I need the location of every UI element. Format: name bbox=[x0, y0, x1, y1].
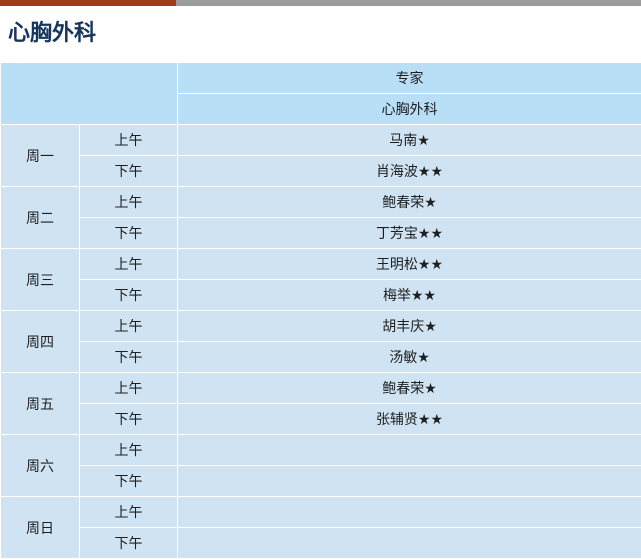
day-cell: 周一 bbox=[1, 125, 80, 187]
doctor-cell: 王明松★★ bbox=[178, 249, 641, 280]
header-row: 专家 bbox=[1, 63, 641, 94]
table-row: 周四 上午 胡丰庆★ bbox=[1, 311, 641, 342]
period-cell: 上午 bbox=[80, 187, 178, 218]
period-cell: 下午 bbox=[80, 280, 178, 311]
period-cell: 下午 bbox=[80, 218, 178, 249]
header-department: 心胸外科 bbox=[178, 94, 641, 125]
doctor-cell bbox=[178, 466, 641, 497]
doctor-cell: 张辅贤★★ bbox=[178, 404, 641, 435]
doctor-cell: 鲍春荣★ bbox=[178, 187, 641, 218]
doctor-cell: 丁芳宝★★ bbox=[178, 218, 641, 249]
period-cell: 上午 bbox=[80, 125, 178, 156]
day-cell: 周日 bbox=[1, 497, 80, 559]
doctor-cell: 肖海波★★ bbox=[178, 156, 641, 187]
period-cell: 下午 bbox=[80, 404, 178, 435]
schedule-table: 专家 心胸外科 周一 上午 马南★ 下午 肖海波★★ 周二 上午 鲍春荣★ 下午… bbox=[0, 62, 641, 559]
doctor-cell: 马南★ bbox=[178, 125, 641, 156]
table-row: 下午 丁芳宝★★ bbox=[1, 218, 641, 249]
doctor-cell bbox=[178, 497, 641, 528]
table-row: 周五 上午 鲍春荣★ bbox=[1, 373, 641, 404]
accent-bar-right bbox=[176, 0, 641, 6]
doctor-cell bbox=[178, 528, 641, 559]
doctor-cell: 汤敏★ bbox=[178, 342, 641, 373]
period-cell: 上午 bbox=[80, 249, 178, 280]
header-expert: 专家 bbox=[178, 63, 641, 94]
page-title: 心胸外科 bbox=[0, 6, 641, 62]
table-row: 下午 bbox=[1, 528, 641, 559]
table-row: 周六 上午 bbox=[1, 435, 641, 466]
table-row: 周一 上午 马南★ bbox=[1, 125, 641, 156]
doctor-cell: 鲍春荣★ bbox=[178, 373, 641, 404]
period-cell: 上午 bbox=[80, 311, 178, 342]
doctor-cell: 梅举★★ bbox=[178, 280, 641, 311]
day-cell: 周三 bbox=[1, 249, 80, 311]
accent-bar-left bbox=[0, 0, 176, 6]
top-accent-bar bbox=[0, 0, 641, 6]
table-row: 下午 bbox=[1, 466, 641, 497]
period-cell: 上午 bbox=[80, 435, 178, 466]
table-row: 下午 汤敏★ bbox=[1, 342, 641, 373]
period-cell: 下午 bbox=[80, 342, 178, 373]
period-cell: 下午 bbox=[80, 156, 178, 187]
day-cell: 周四 bbox=[1, 311, 80, 373]
doctor-cell: 胡丰庆★ bbox=[178, 311, 641, 342]
header-corner-cell bbox=[1, 63, 178, 125]
day-cell: 周二 bbox=[1, 187, 80, 249]
period-cell: 下午 bbox=[80, 528, 178, 559]
table-row: 下午 肖海波★★ bbox=[1, 156, 641, 187]
table-row: 周三 上午 王明松★★ bbox=[1, 249, 641, 280]
table-row: 下午 梅举★★ bbox=[1, 280, 641, 311]
day-cell: 周五 bbox=[1, 373, 80, 435]
day-cell: 周六 bbox=[1, 435, 80, 497]
table-row: 周日 上午 bbox=[1, 497, 641, 528]
table-row: 下午 张辅贤★★ bbox=[1, 404, 641, 435]
period-cell: 下午 bbox=[80, 466, 178, 497]
table-row: 周二 上午 鲍春荣★ bbox=[1, 187, 641, 218]
period-cell: 上午 bbox=[80, 497, 178, 528]
doctor-cell bbox=[178, 435, 641, 466]
period-cell: 上午 bbox=[80, 373, 178, 404]
